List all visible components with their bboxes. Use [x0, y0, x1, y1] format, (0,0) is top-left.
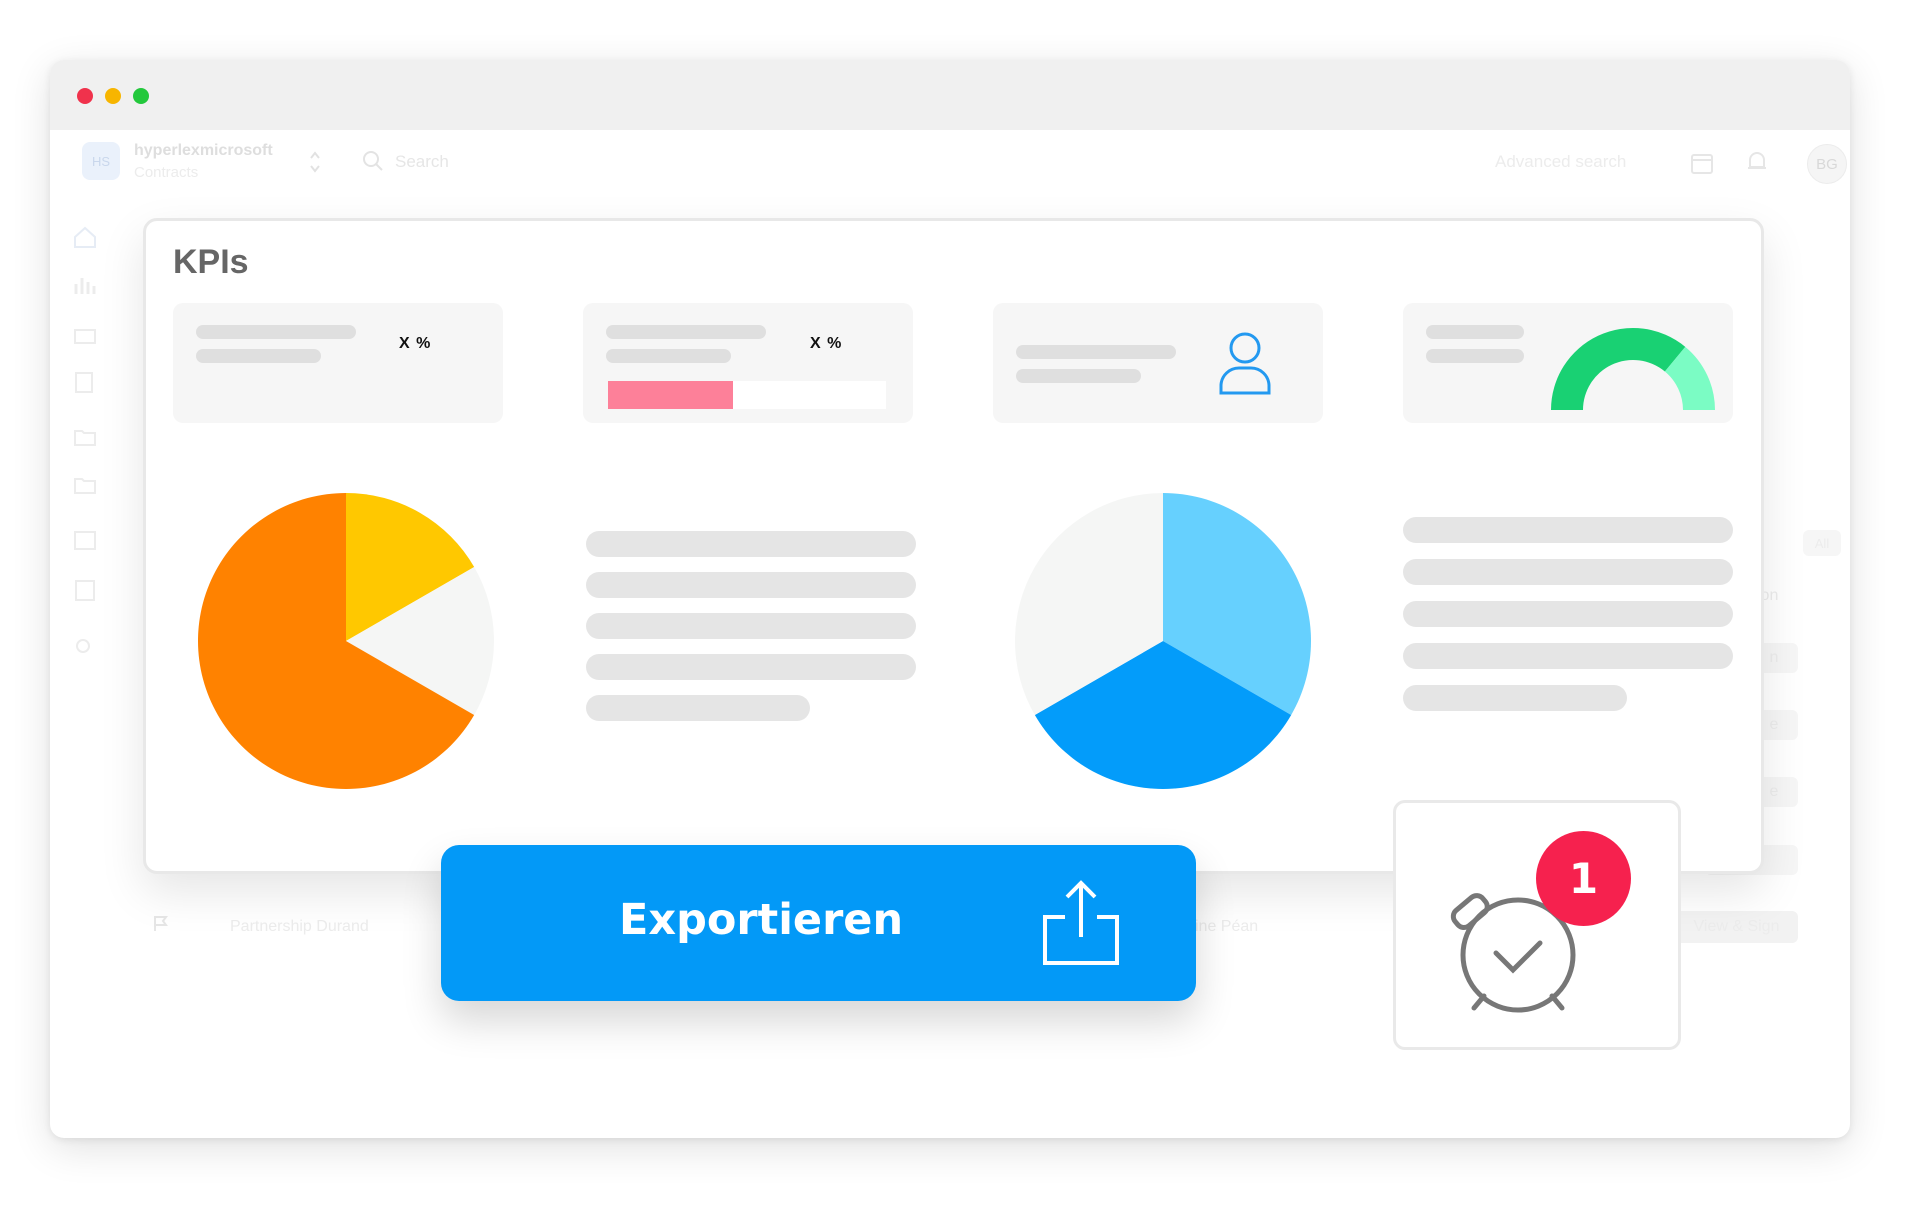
- placeholder-line: [1403, 517, 1733, 543]
- kpi-card-progress: X %: [583, 303, 913, 423]
- placeholder-line: [1403, 643, 1733, 669]
- calendar-icon[interactable]: [1690, 151, 1714, 175]
- placeholder-bar: [196, 349, 321, 363]
- placeholder-line: [1403, 601, 1733, 627]
- close-window-button[interactable]: [77, 88, 93, 104]
- kpi-card-user: [993, 303, 1323, 423]
- folder-user-icon[interactable]: [72, 472, 98, 496]
- placeholder-bar: [1426, 349, 1524, 363]
- placeholder-bar: [1016, 369, 1141, 383]
- avatar[interactable]: BG: [1807, 144, 1847, 184]
- window-titlebar: [50, 60, 1850, 130]
- kpi-value: X %: [399, 335, 432, 352]
- progress-track: [608, 381, 886, 409]
- pie-chart-right: [1015, 493, 1311, 789]
- table-row-contract-name[interactable]: Partnership Durand: [230, 918, 369, 936]
- kpi-panel: KPIs X % X %: [143, 218, 1764, 874]
- placeholder-bar: [606, 325, 766, 339]
- settings-icon[interactable]: [72, 632, 98, 656]
- gauge-chart: [1551, 328, 1715, 410]
- workspace-logo[interactable]: HS: [82, 142, 120, 180]
- user-icon: [1219, 332, 1271, 395]
- advanced-search-link[interactable]: Advanced search: [1495, 152, 1626, 172]
- edit-doc-icon[interactable]: [72, 370, 98, 394]
- pie-chart-left: [198, 493, 494, 789]
- kpi-card-percentage: X %: [173, 303, 503, 423]
- workspace-subtitle: Contracts: [134, 164, 199, 181]
- search-icon: [363, 151, 383, 171]
- list-icon[interactable]: [72, 528, 98, 552]
- placeholder-bar: [606, 349, 731, 363]
- export-button-label: Exportieren: [619, 895, 904, 945]
- home-icon[interactable]: [72, 225, 98, 249]
- document-icon[interactable]: [72, 578, 98, 602]
- progress-fill: [608, 381, 734, 409]
- flag-icon: [154, 916, 168, 931]
- search-input[interactable]: Search: [395, 152, 449, 172]
- view-and-sign-button[interactable]: View & Sign: [1675, 911, 1798, 943]
- placeholder-bar: [1426, 325, 1524, 339]
- maximize-window-button[interactable]: [133, 88, 149, 104]
- export-button[interactable]: Exportieren: [441, 845, 1196, 1001]
- chart-icon[interactable]: [72, 272, 98, 296]
- placeholder-line: [586, 695, 810, 721]
- notification-badge: 1: [1536, 831, 1631, 926]
- workspace-name[interactable]: hyperlexmicrosoft: [134, 142, 273, 160]
- placeholder-line: [586, 572, 916, 598]
- kpi-value: X %: [810, 335, 843, 352]
- filter-all-button[interactable]: All: [1803, 530, 1841, 556]
- gauge-value-arc: [1551, 328, 1686, 410]
- table-row-person: ine Péan: [1195, 918, 1259, 935]
- placeholder-line: [1403, 685, 1627, 711]
- placeholder-line: [586, 613, 916, 639]
- kpi-card-gauge: [1403, 303, 1733, 423]
- placeholder-bar: [196, 325, 356, 339]
- kpi-title: KPIs: [173, 243, 249, 281]
- share-export-icon: [1043, 880, 1119, 965]
- folder-icon[interactable]: [72, 424, 98, 448]
- placeholder-line: [1403, 559, 1733, 585]
- minimize-window-button[interactable]: [105, 88, 121, 104]
- workspace-switch-icon[interactable]: [308, 148, 322, 176]
- placeholder-line: [586, 531, 916, 557]
- placeholder-bar: [1016, 345, 1176, 359]
- inbox-icon[interactable]: [72, 322, 98, 346]
- placeholder-line: [586, 654, 916, 680]
- bell-icon[interactable]: [1745, 149, 1769, 175]
- reminder-card[interactable]: 1: [1393, 800, 1681, 1050]
